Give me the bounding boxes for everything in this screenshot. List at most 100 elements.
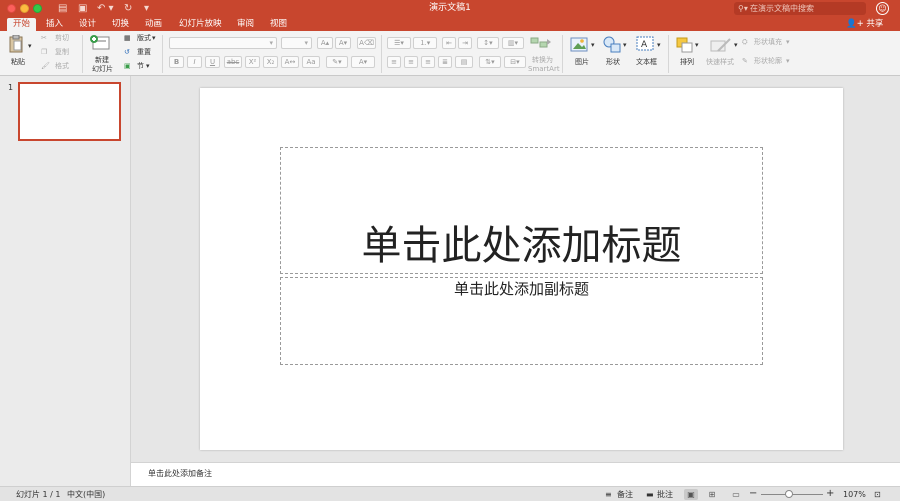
slide-number: 1 (8, 83, 14, 92)
zoom-out-button[interactable]: − (749, 489, 757, 499)
text-direction-icon: ⇅▾ (485, 58, 495, 66)
tab-transitions[interactable]: 切换 (106, 18, 135, 31)
subtitle-placeholder[interactable]: 单击此处添加副标题 (280, 277, 763, 365)
zoom-level[interactable]: 107% (843, 489, 866, 500)
feedback-smiley-icon[interactable]: ☺ (876, 2, 889, 15)
picture-label: 图片 (575, 58, 589, 66)
undo-icon[interactable]: ↶ ▾ (97, 2, 114, 15)
notes-icon: ≡ (605, 490, 612, 499)
font-size-field[interactable]: ▾ (281, 37, 312, 49)
format-painter-label: 格式 (55, 62, 69, 70)
clear-formatting-icon: A⌫ (359, 39, 374, 47)
shapes-icon (603, 36, 621, 53)
arrange-icon (676, 37, 693, 53)
highlighter-icon: ✎▾ (332, 58, 342, 66)
tab-view[interactable]: 视图 (264, 18, 293, 31)
decrease-font-size-button[interactable]: A▾ (335, 37, 351, 49)
copy-label: 复制 (55, 48, 69, 56)
search-input[interactable]: ⚲▾ 在演示文稿中搜索 (734, 2, 866, 15)
subtitle-placeholder-text: 单击此处添加副标题 (453, 280, 589, 298)
tab-design[interactable]: 设计 (73, 18, 102, 31)
underline-button[interactable]: U (205, 56, 220, 68)
tab-insert[interactable]: 插入 (40, 18, 69, 31)
align-left-button[interactable]: ≡ (387, 56, 401, 68)
increase-indent-icon: ⇥ (462, 39, 468, 47)
divider (82, 35, 83, 73)
distributed-button[interactable]: ▤ (455, 56, 473, 68)
new-slide-label-2: 幻灯片 (92, 65, 113, 73)
tab-animations[interactable]: 动画 (139, 18, 168, 31)
slide-thumbnail[interactable] (18, 82, 121, 141)
ribbon-home: 粘贴 ▾ ✂ 剪切 ❐ 复制 🖌 格式 新建 幻灯片 ▦ 版式 ▾ ↺ 重置 ▣ (0, 31, 900, 76)
add-person-icon: 👤+ (846, 19, 864, 29)
superscript-button[interactable]: X² (245, 56, 260, 68)
align-right-button[interactable]: ≡ (421, 56, 435, 68)
justify-button[interactable]: ≣ (438, 56, 452, 68)
increase-font-size-button[interactable]: A▴ (317, 37, 333, 49)
change-case-icon: Aa (306, 58, 316, 66)
highlight-color-button[interactable]: ✎▾ (326, 56, 348, 68)
subscript-button[interactable]: X₂ (263, 56, 278, 68)
comment-icon: ▬ (646, 490, 654, 499)
paint-bucket-icon: ⛭ (742, 38, 748, 46)
textbox-label: 文本框 (636, 58, 657, 66)
slide-editing-area: 单击此处添加标题 单击此处添加副标题 (131, 76, 900, 462)
format-painter-icon: 🖌 (41, 62, 50, 70)
line-spacing-icon: ↕▾ (483, 39, 493, 47)
slide-thumbnails-pane: 1 (0, 76, 131, 486)
bullets-button[interactable]: ☰▾ (387, 37, 411, 49)
quick-styles-dropdown-icon: ▾ (734, 41, 738, 49)
slideshow-icon: ▭ (732, 490, 740, 499)
line-spacing-button[interactable]: ↕▾ (477, 37, 499, 49)
fit-to-window-icon[interactable]: ⊡ (874, 489, 881, 500)
slideshow-view-button[interactable]: ▭ (729, 489, 743, 500)
tab-home[interactable]: 开始 (7, 18, 37, 31)
title-placeholder[interactable]: 单击此处添加标题 (280, 147, 763, 274)
convert-label-2: SmartArt (528, 65, 560, 73)
character-spacing-button[interactable]: A↔ (281, 56, 299, 68)
pen-icon: ✎ (742, 57, 748, 65)
sidebar-toggle-icon[interactable]: ▤ (58, 2, 67, 15)
normal-view-button[interactable]: ▣ (684, 489, 698, 500)
character-spacing-icon: A↔ (284, 58, 296, 66)
shape-outline-dropdown-icon: ▾ (786, 57, 790, 65)
numbering-button[interactable]: ⒈▾ (413, 37, 437, 49)
minimize-window-button[interactable] (20, 4, 29, 13)
justify-icon: ≣ (442, 58, 448, 66)
language-indicator[interactable]: 中文(中国) (67, 489, 105, 500)
align-center-button[interactable]: ≡ (404, 56, 418, 68)
font-color-button[interactable]: A▾ (351, 56, 375, 68)
decrease-indent-button[interactable]: ⇤ (442, 37, 456, 49)
save-icon[interactable]: ▣ (78, 2, 87, 15)
align-text-button[interactable]: ⊟▾ (504, 56, 526, 68)
picture-icon (570, 37, 588, 52)
copy-icon: ❐ (41, 48, 48, 56)
distributed-icon: ▤ (460, 58, 468, 66)
text-direction-button[interactable]: ⇅▾ (479, 56, 501, 68)
divider (562, 35, 563, 73)
tab-slideshow[interactable]: 幻灯片放映 (173, 18, 228, 31)
notes-pane[interactable]: 单击此处添加备注 (131, 462, 900, 486)
slide[interactable]: 单击此处添加标题 单击此处添加副标题 (200, 88, 843, 450)
redo-icon[interactable]: ↻ (124, 2, 132, 15)
zoom-slider-thumb[interactable] (784, 490, 793, 498)
zoom-in-button[interactable]: + (826, 489, 834, 499)
tab-review[interactable]: 审阅 (231, 18, 260, 31)
title-bar: ▤ ▣ ↶ ▾ ↻ ▾ 演示文稿1 ⚲▾ 在演示文稿中搜索 ☺ (0, 0, 900, 17)
status-bar: 幻灯片 1 / 1 中文(中国) ≡ 备注 ▬ 批注 ▣ ⊞ ▭ − + 107… (0, 486, 900, 501)
columns-button[interactable]: ▥▾ (502, 37, 524, 49)
new-slide-icon (90, 35, 110, 50)
strikethrough-button[interactable]: abc (224, 56, 242, 68)
title-placeholder-text: 单击此处添加标题 (361, 223, 682, 269)
bold-button[interactable]: B (169, 56, 184, 68)
change-case-button[interactable]: Aa (302, 56, 320, 68)
close-window-button[interactable] (7, 4, 16, 13)
font-name-field[interactable]: ▾ (169, 37, 277, 49)
italic-button[interactable]: I (187, 56, 202, 68)
increase-indent-button[interactable]: ⇥ (458, 37, 472, 49)
clear-formatting-button[interactable]: A⌫ (357, 37, 376, 49)
share-button[interactable]: 👤+ 共享 (846, 18, 883, 31)
customize-icon[interactable]: ▾ (144, 2, 149, 15)
zoom-window-button[interactable] (33, 4, 42, 13)
slide-sorter-view-button[interactable]: ⊞ (705, 489, 719, 500)
